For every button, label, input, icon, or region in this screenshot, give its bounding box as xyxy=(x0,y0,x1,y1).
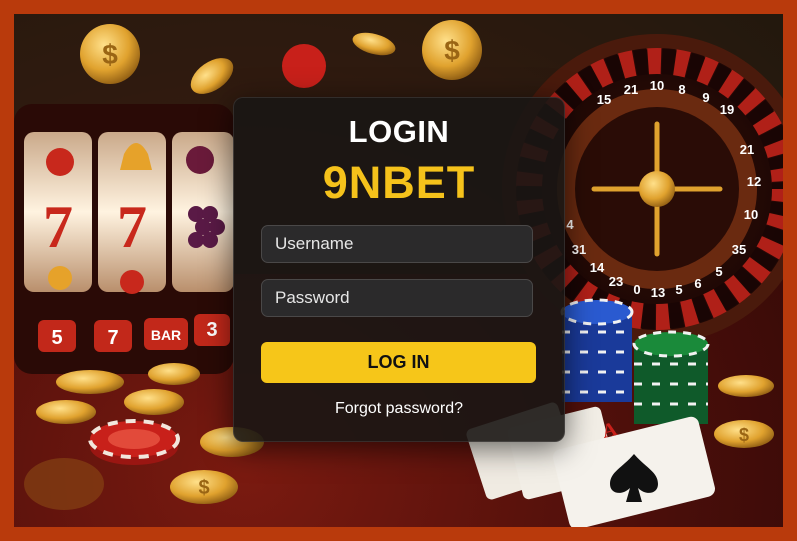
roulette-number: 5 xyxy=(715,264,722,279)
roulette-number: 15 xyxy=(597,92,611,107)
roulette-number: 5 xyxy=(675,282,682,297)
roulette-number: 31 xyxy=(572,242,586,257)
roulette-number: 21 xyxy=(740,142,754,157)
svg-text:$: $ xyxy=(102,39,118,70)
svg-text:$: $ xyxy=(444,35,460,66)
svg-text:$: $ xyxy=(198,477,209,499)
roulette-number: 12 xyxy=(747,174,761,189)
roulette-number: 13 xyxy=(651,285,665,300)
slot-panel-label: 3 xyxy=(206,319,217,341)
ball-icon xyxy=(282,44,326,88)
slot-seven: 7 xyxy=(117,194,147,260)
slot-panel-label: BAR xyxy=(151,327,181,343)
hero-frame: 7 7 5 7 BAR 3 15 21 10 8 9 19 21 12 10 3… xyxy=(14,14,783,527)
roulette-number: 10 xyxy=(744,207,758,222)
login-card: LOGIN 9NBET LOG IN Forgot password? xyxy=(233,97,565,442)
roulette-number: 14 xyxy=(590,260,605,275)
roulette-number: 23 xyxy=(609,274,623,289)
roulette-number: 0 xyxy=(633,282,640,297)
password-input[interactable] xyxy=(261,279,533,317)
slot-panel-label: 7 xyxy=(107,327,118,349)
login-button[interactable]: LOG IN xyxy=(261,342,536,383)
svg-text:$: $ xyxy=(739,425,749,445)
roulette-number: 9 xyxy=(702,90,709,105)
forgot-password-link[interactable]: Forgot password? xyxy=(234,400,564,418)
roulette-number: 4 xyxy=(566,217,574,232)
roulette-number: 8 xyxy=(678,82,685,97)
roulette-number: 10 xyxy=(650,78,664,93)
brand-logo-text: 9NBET xyxy=(322,157,476,208)
roulette-number: 21 xyxy=(624,82,638,97)
roulette-number: 19 xyxy=(720,102,734,117)
login-heading: LOGIN xyxy=(348,114,450,149)
slot-machine-icon: 7 7 5 7 BAR 3 xyxy=(14,104,234,374)
slot-seven: 7 xyxy=(43,194,73,260)
username-input[interactable] xyxy=(261,225,533,263)
roulette-number: 35 xyxy=(732,242,746,257)
slot-panel-label: 5 xyxy=(51,327,62,349)
roulette-number: 6 xyxy=(694,276,701,291)
